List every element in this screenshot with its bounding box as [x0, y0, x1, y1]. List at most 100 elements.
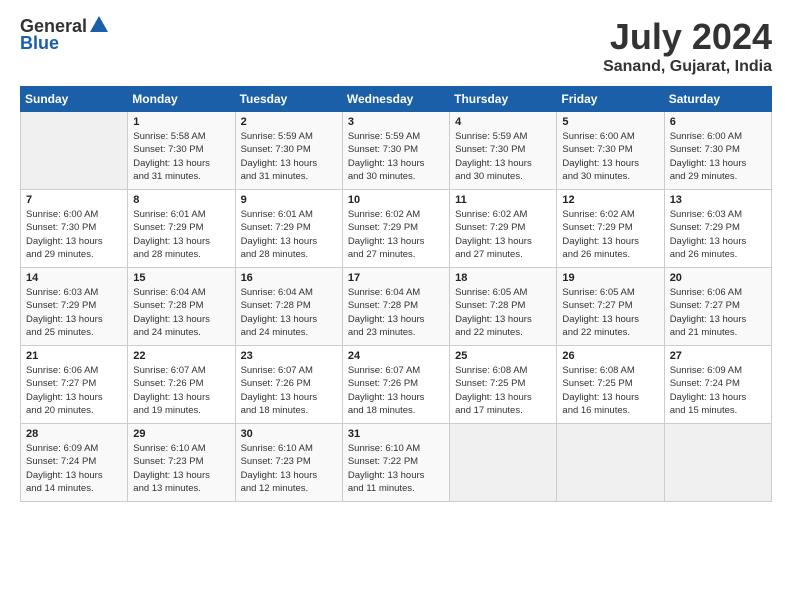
calendar-cell: 4 Sunrise: 5:59 AMSunset: 7:30 PMDaylight… [450, 112, 557, 190]
calendar-cell [450, 424, 557, 502]
day-number: 27 [670, 350, 766, 362]
day-info: Sunrise: 6:08 AMSunset: 7:25 PMDaylight:… [562, 364, 658, 417]
calendar-cell: 6 Sunrise: 6:00 AMSunset: 7:30 PMDaylight… [664, 112, 771, 190]
day-number: 3 [348, 116, 444, 128]
day-number: 1 [133, 116, 229, 128]
day-info: Sunrise: 6:01 AMSunset: 7:29 PMDaylight:… [133, 208, 229, 261]
calendar-cell: 24Sunrise: 6:07 AMSunset: 7:26 PMDayligh… [342, 346, 449, 424]
calendar-cell: 22 Sunrise: 6:07 AMSunset: 7:26 PMDayligh… [128, 346, 235, 424]
calendar-cell [557, 424, 664, 502]
logo-blue: Blue [20, 33, 59, 54]
calendar-cell: 5 Sunrise: 6:00 AMSunset: 7:30 PMDaylight… [557, 112, 664, 190]
calendar-week-4: 21 Sunrise: 6:06 AMSunset: 7:27 PMDayligh… [21, 346, 772, 424]
day-number: 26 [562, 350, 658, 362]
day-number: 9 [241, 194, 337, 206]
col-sunday: Sunday [21, 87, 128, 112]
day-info: Sunrise: 6:04 AMSunset: 7:28 PMDaylight:… [241, 286, 337, 339]
day-number: 12 [562, 194, 658, 206]
day-info: Sunrise: 6:07 AMSunset: 7:26 PMDaylight:… [241, 364, 337, 417]
col-friday: Friday [557, 87, 664, 112]
col-monday: Monday [128, 87, 235, 112]
day-info: Sunrise: 6:03 AMSunset: 7:29 PMDaylight:… [670, 208, 766, 261]
calendar-cell: 13 Sunrise: 6:03 AMSunset: 7:29 PMDayligh… [664, 190, 771, 268]
day-info: Sunrise: 6:02 AMSunset: 7:29 PMDaylight:… [562, 208, 658, 261]
day-number: 6 [670, 116, 766, 128]
day-number: 15 [133, 272, 229, 284]
day-info: Sunrise: 5:59 AMSunset: 7:30 PMDaylight:… [455, 130, 551, 183]
day-info: Sunrise: 6:05 AMSunset: 7:28 PMDaylight:… [455, 286, 551, 339]
day-info: Sunrise: 6:04 AMSunset: 7:28 PMDaylight:… [133, 286, 229, 339]
day-number: 19 [562, 272, 658, 284]
day-number: 10 [348, 194, 444, 206]
day-info: Sunrise: 5:59 AMSunset: 7:30 PMDaylight:… [241, 130, 337, 183]
calendar-cell: 17 Sunrise: 6:04 AMSunset: 7:28 PMDayligh… [342, 268, 449, 346]
day-number: 11 [455, 194, 551, 206]
day-info: Sunrise: 6:05 AMSunset: 7:27 PMDaylight:… [562, 286, 658, 339]
day-number: 28 [26, 428, 122, 440]
calendar-cell: 15 Sunrise: 6:04 AMSunset: 7:28 PMDayligh… [128, 268, 235, 346]
logo-icon [88, 14, 110, 36]
day-number: 16 [241, 272, 337, 284]
calendar-week-2: 7 Sunrise: 6:00 AMSunset: 7:30 PMDaylight… [21, 190, 772, 268]
calendar-cell: 2Sunrise: 5:59 AMSunset: 7:30 PMDaylight… [235, 112, 342, 190]
calendar-cell: 30Sunrise: 6:10 AMSunset: 7:23 PMDayligh… [235, 424, 342, 502]
day-info: Sunrise: 6:01 AMSunset: 7:29 PMDaylight:… [241, 208, 337, 261]
calendar-cell: 1 Sunrise: 5:58 AMSunset: 7:30 PMDaylight… [128, 112, 235, 190]
calendar-cell [664, 424, 771, 502]
day-info: Sunrise: 6:02 AMSunset: 7:29 PMDaylight:… [455, 208, 551, 261]
calendar-cell: 16 Sunrise: 6:04 AMSunset: 7:28 PMDayligh… [235, 268, 342, 346]
day-number: 22 [133, 350, 229, 362]
calendar-cell [21, 112, 128, 190]
day-number: 25 [455, 350, 551, 362]
day-info: Sunrise: 6:10 AMSunset: 7:23 PMDaylight:… [241, 442, 337, 495]
day-info: Sunrise: 6:00 AMSunset: 7:30 PMDaylight:… [670, 130, 766, 183]
calendar-cell: 28 Sunrise: 6:09 AMSunset: 7:24 PMDayligh… [21, 424, 128, 502]
calendar-title: July 2024 [603, 16, 772, 58]
calendar-cell: 26 Sunrise: 6:08 AMSunset: 7:25 PMDayligh… [557, 346, 664, 424]
calendar-table: Sunday Monday Tuesday Wednesday Thursday… [20, 86, 772, 502]
day-info: Sunrise: 6:10 AMSunset: 7:23 PMDaylight:… [133, 442, 229, 495]
day-number: 21 [26, 350, 122, 362]
day-info: Sunrise: 6:04 AMSunset: 7:28 PMDaylight:… [348, 286, 444, 339]
day-info: Sunrise: 5:58 AMSunset: 7:30 PMDaylight:… [133, 130, 229, 183]
calendar-location: Sanand, Gujarat, India [603, 58, 772, 76]
day-number: 7 [26, 194, 122, 206]
day-number: 17 [348, 272, 444, 284]
day-number: 23 [241, 350, 337, 362]
day-info: Sunrise: 6:06 AMSunset: 7:27 PMDaylight:… [26, 364, 122, 417]
day-info: Sunrise: 6:00 AMSunset: 7:30 PMDaylight:… [26, 208, 122, 261]
day-number: 4 [455, 116, 551, 128]
day-info: Sunrise: 6:09 AMSunset: 7:24 PMDaylight:… [26, 442, 122, 495]
calendar-cell: 18 Sunrise: 6:05 AMSunset: 7:28 PMDayligh… [450, 268, 557, 346]
calendar-cell: 8Sunrise: 6:01 AMSunset: 7:29 PMDaylight… [128, 190, 235, 268]
calendar-header-row: Sunday Monday Tuesday Wednesday Thursday… [21, 87, 772, 112]
title-block: July 2024 Sanand, Gujarat, India [603, 16, 772, 76]
day-number: 31 [348, 428, 444, 440]
col-thursday: Thursday [450, 87, 557, 112]
day-info: Sunrise: 6:00 AMSunset: 7:30 PMDaylight:… [562, 130, 658, 183]
calendar-cell: 3Sunrise: 5:59 AMSunset: 7:30 PMDaylight… [342, 112, 449, 190]
calendar-week-5: 28 Sunrise: 6:09 AMSunset: 7:24 PMDayligh… [21, 424, 772, 502]
calendar-cell: 27 Sunrise: 6:09 AMSunset: 7:24 PMDayligh… [664, 346, 771, 424]
day-info: Sunrise: 6:08 AMSunset: 7:25 PMDaylight:… [455, 364, 551, 417]
day-info: Sunrise: 6:09 AMSunset: 7:24 PMDaylight:… [670, 364, 766, 417]
day-number: 24 [348, 350, 444, 362]
col-tuesday: Tuesday [235, 87, 342, 112]
calendar-week-1: 1 Sunrise: 5:58 AMSunset: 7:30 PMDaylight… [21, 112, 772, 190]
day-number: 5 [562, 116, 658, 128]
day-info: Sunrise: 6:07 AMSunset: 7:26 PMDaylight:… [133, 364, 229, 417]
day-number: 13 [670, 194, 766, 206]
calendar-cell: 10Sunrise: 6:02 AMSunset: 7:29 PMDayligh… [342, 190, 449, 268]
calendar-cell: 12 Sunrise: 6:02 AMSunset: 7:29 PMDayligh… [557, 190, 664, 268]
calendar-week-3: 14Sunrise: 6:03 AMSunset: 7:29 PMDayligh… [21, 268, 772, 346]
calendar-cell: 19 Sunrise: 6:05 AMSunset: 7:27 PMDayligh… [557, 268, 664, 346]
col-wednesday: Wednesday [342, 87, 449, 112]
calendar-cell: 23 Sunrise: 6:07 AMSunset: 7:26 PMDayligh… [235, 346, 342, 424]
calendar-cell: 11 Sunrise: 6:02 AMSunset: 7:29 PMDayligh… [450, 190, 557, 268]
header: General Blue July 2024 Sanand, Gujarat, … [20, 16, 772, 76]
calendar-cell: 25 Sunrise: 6:08 AMSunset: 7:25 PMDayligh… [450, 346, 557, 424]
day-number: 18 [455, 272, 551, 284]
logo: General Blue [20, 16, 110, 54]
calendar-cell: 21 Sunrise: 6:06 AMSunset: 7:27 PMDayligh… [21, 346, 128, 424]
day-number: 20 [670, 272, 766, 284]
